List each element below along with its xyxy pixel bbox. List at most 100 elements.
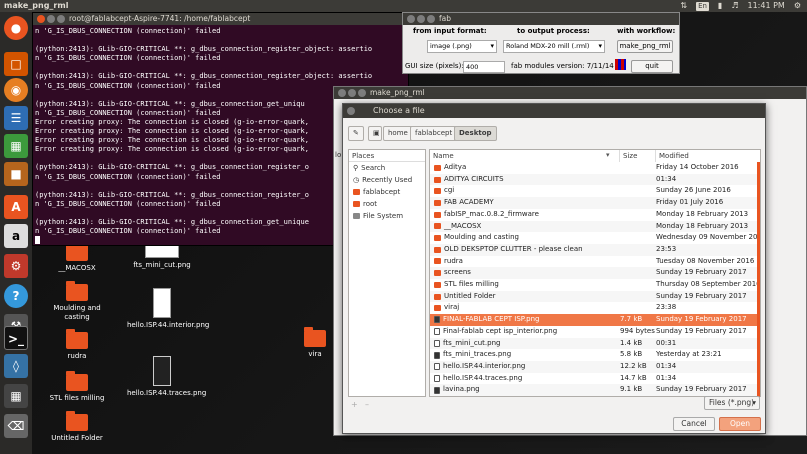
file-modified: Friday 01 July 2016 bbox=[656, 198, 724, 207]
output-process-select[interactable]: Roland MDX-20 mill (.rml) bbox=[503, 40, 605, 53]
desktop-icon-hello-interior[interactable]: hello.ISP.44.interior.png bbox=[127, 288, 209, 330]
gear-icon[interactable]: ⚙ bbox=[794, 0, 801, 12]
crumb-home[interactable]: home bbox=[383, 126, 413, 141]
file-row[interactable]: rudra Tuesday 08 November 2016 bbox=[430, 256, 760, 268]
fab-window[interactable]: fab from input format: to output process… bbox=[402, 12, 680, 74]
file-row[interactable]: fabISP_mac.0.8.2_firmware Monday 18 Febru… bbox=[430, 209, 760, 221]
help-icon[interactable]: ? bbox=[4, 284, 28, 308]
impress-icon[interactable]: ■ bbox=[4, 162, 28, 186]
network-icon[interactable]: ⇅ bbox=[680, 0, 687, 12]
file-row[interactable]: hello.ISP.44.traces.png 14.7 kB 01:34 bbox=[430, 373, 760, 385]
file-row[interactable]: fts_mini_traces.png 5.8 kB Yesterday at 23… bbox=[430, 349, 760, 361]
maximize-icon[interactable] bbox=[57, 15, 65, 23]
file-row[interactable]: Untitled Folder Sunday 19 February 2017 bbox=[430, 290, 760, 303]
place-label: Search bbox=[361, 164, 386, 172]
writer-icon[interactable]: ☰ bbox=[4, 106, 28, 130]
fab-titlebar[interactable]: fab bbox=[403, 13, 679, 25]
desktop-icon-hello-traces[interactable]: hello.ISP.44.traces.png bbox=[127, 356, 206, 398]
minimize-icon[interactable] bbox=[417, 15, 425, 23]
file-row[interactable]: lavina.png 9.1 kB Sunday 19 February 2017 bbox=[430, 384, 760, 396]
add-place-icon[interactable]: + bbox=[351, 400, 358, 409]
place-file-system[interactable]: File System bbox=[349, 210, 425, 222]
file-list[interactable]: Name ▾ Size Modified Aditya Friday 14 Oct… bbox=[429, 149, 761, 397]
close-icon[interactable] bbox=[338, 89, 346, 97]
places-header[interactable]: Places bbox=[349, 150, 425, 162]
file-row[interactable]: FAB ACADEMY Friday 01 July 2016 bbox=[430, 197, 760, 209]
place-root[interactable]: root bbox=[349, 198, 425, 210]
terminal-titlebar[interactable]: root@fablabcept-Aspire-7741: /home/fabla… bbox=[33, 13, 408, 25]
screen: make_png_rml ⇅ En ▮ ♬ 11:41 PM ⚙ ● □ ◉ ☰… bbox=[0, 0, 807, 454]
ubuntu-dash-icon[interactable]: ● bbox=[4, 16, 28, 40]
file-row[interactable]: fts_mini_cut.png 1.4 kB 00:31 bbox=[430, 337, 760, 350]
settings-icon[interactable]: ⚙ bbox=[4, 254, 28, 278]
file-row[interactable]: hello.ISP.44.interior.png 12.2 kB 01:34 bbox=[430, 360, 760, 373]
version-label: fab modules version: 7/11/14 bbox=[511, 62, 614, 70]
place-fablabcept[interactable]: fablabcept bbox=[349, 186, 425, 198]
file-size: 14.7 kB bbox=[620, 373, 647, 382]
edit-location-button[interactable]: ✎ bbox=[348, 126, 364, 141]
minimize-icon[interactable] bbox=[47, 15, 55, 23]
file-row[interactable]: __MACOSX Monday 18 February 2013 bbox=[430, 220, 760, 233]
file-row[interactable]: Aditya Friday 14 October 2016 bbox=[430, 162, 760, 174]
file-list-scrollbar[interactable] bbox=[757, 162, 760, 397]
place-label: fablabcept bbox=[363, 188, 401, 196]
workflow-button[interactable]: make_png_rml bbox=[617, 40, 673, 53]
remove-place-icon[interactable]: – bbox=[365, 400, 369, 409]
file-row[interactable]: Moulding and casting Wednesday 09 Novembe… bbox=[430, 232, 760, 244]
close-icon[interactable] bbox=[347, 107, 355, 115]
file-row[interactable]: Final-fablab cept isp_interior.png 994 by… bbox=[430, 326, 760, 338]
column-modified[interactable]: Modified bbox=[656, 150, 760, 162]
quit-button[interactable]: quit bbox=[631, 60, 673, 73]
crumb-fablabcept[interactable]: fablabcept bbox=[410, 126, 458, 141]
clock[interactable]: 11:41 PM bbox=[748, 0, 785, 12]
desktop-icon-stl[interactable]: STL files milling bbox=[42, 371, 112, 403]
desktop-icon-fts-mini-cut[interactable]: fts_mini_cut.png bbox=[127, 244, 197, 270]
place-recently-used[interactable]: ◷ Recently Used bbox=[349, 174, 425, 186]
close-icon[interactable] bbox=[407, 15, 415, 23]
file-name-text: fts_mini_cut.png bbox=[443, 338, 501, 347]
file-row[interactable]: viraj 23:38 bbox=[430, 302, 760, 314]
file-row[interactable]: screens Sunday 19 February 2017 bbox=[430, 267, 760, 279]
workspace-switcher-icon[interactable]: ▦ bbox=[4, 384, 28, 408]
input-format-select[interactable]: image (.png) bbox=[427, 40, 497, 53]
open-button[interactable]: Open bbox=[719, 417, 761, 431]
gui-size-input[interactable]: 400 bbox=[463, 61, 505, 73]
amazon-icon[interactable]: a bbox=[4, 224, 28, 248]
trash-icon[interactable]: ⌫ bbox=[4, 414, 28, 438]
file-row[interactable]: ADITYA CIRCUITS 01:34 bbox=[430, 173, 760, 186]
battery-icon[interactable]: ▮ bbox=[718, 0, 722, 12]
file-size: 9.1 kB bbox=[620, 385, 643, 394]
files-icon[interactable]: □ bbox=[4, 52, 28, 76]
keyboard-layout-indicator[interactable]: En bbox=[696, 1, 709, 11]
file-type-filter-select[interactable]: Files (*.png) ▾ bbox=[704, 396, 760, 410]
file-row[interactable]: OLD DEKSPTOP CLUTTER - please clean 23:53 bbox=[430, 243, 760, 256]
minimize-icon[interactable] bbox=[348, 89, 356, 97]
choose-file-dialog[interactable]: Choose a file ✎ ▣ home fablabcept Deskto… bbox=[342, 103, 766, 434]
file-row[interactable]: STL files milling Thursday 08 September 2… bbox=[430, 279, 760, 291]
make-png-rml-titlebar[interactable]: make_png_rml bbox=[334, 87, 806, 99]
desktop-icon-moulding[interactable]: Moulding and casting bbox=[42, 281, 112, 322]
dialog-titlebar[interactable]: Choose a file bbox=[343, 104, 765, 118]
crumb-desktop[interactable]: Desktop bbox=[454, 126, 497, 141]
maximize-icon[interactable] bbox=[358, 89, 366, 97]
software-center-icon[interactable]: A bbox=[4, 195, 28, 219]
file-row[interactable]: FINAL-FABLAB CEPT ISP.png 7.7 kB Sunday 19… bbox=[430, 314, 760, 326]
calc-icon[interactable]: ▦ bbox=[4, 134, 28, 158]
desktop-icon-viraj[interactable]: vira bbox=[295, 327, 335, 359]
close-icon[interactable] bbox=[37, 15, 45, 23]
file-row[interactable]: cgi Sunday 26 June 2016 bbox=[430, 185, 760, 197]
image-file-icon bbox=[153, 288, 171, 318]
firefox-icon[interactable]: ◉ bbox=[4, 78, 28, 102]
desktop-icon-untitled[interactable]: Untitled Folder bbox=[42, 411, 112, 443]
volume-icon[interactable]: ♬ bbox=[731, 0, 738, 12]
column-size[interactable]: Size bbox=[620, 150, 656, 162]
maximize-icon[interactable] bbox=[427, 15, 435, 23]
python-icon[interactable]: ◊ bbox=[4, 354, 28, 378]
terminal-icon[interactable]: >_ bbox=[4, 326, 28, 350]
column-name[interactable]: Name bbox=[430, 150, 620, 162]
cancel-button[interactable]: Cancel bbox=[673, 417, 715, 431]
desktop-icon-rudra[interactable]: rudra bbox=[42, 329, 112, 361]
back-crumb-button[interactable]: ▣ bbox=[368, 126, 382, 141]
desktop-icon-macosx[interactable]: __MACOSX bbox=[42, 241, 112, 273]
place-search[interactable]: ⚲ Search bbox=[349, 162, 425, 174]
